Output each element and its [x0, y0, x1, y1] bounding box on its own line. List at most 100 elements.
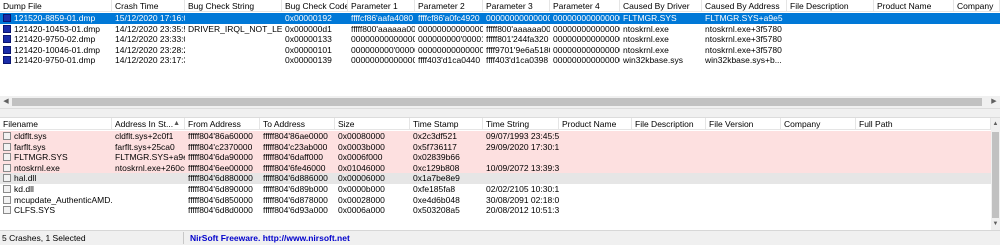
driver-row[interactable]: hal.dll fffff804'6d880000 fffff804'6d88600… [0, 173, 991, 184]
cell-text: ffffcf86'aafa4080 [351, 13, 414, 23]
cell-parameter-2: ffffcf86'a0fc4920 [415, 13, 483, 24]
cell-parameter-3: fffff800'aaaaaa00 [483, 24, 550, 35]
col-header-dump-file[interactable]: Dump File [0, 0, 112, 12]
driver-row[interactable]: cldflt.sys cldflt.sys+2c0f1 fffff804'86a60… [0, 131, 991, 142]
cell-time-string: 30/08/2091 02:18:00 [483, 195, 559, 206]
col-header-file-version[interactable]: File Version [706, 118, 781, 130]
driver-list-vertical-scrollbar[interactable]: ▲ ▼ [991, 118, 1000, 230]
cell-from-address: fffff804'6d8d0000 [185, 205, 260, 216]
col-header-full-path[interactable]: Full Path [856, 118, 991, 130]
cell-time-stamp: 0x503208a5 [410, 205, 483, 216]
cell-time-stamp: 0xe4d6b048 [410, 195, 483, 206]
driver-row[interactable]: farflt.sys farflt.sys+25ca0 fffff804'c2370… [0, 141, 991, 153]
col-header-parameter-3[interactable]: Parameter 3 [483, 0, 550, 12]
cell-text: 0x02839b66 [413, 152, 460, 163]
cell-file-version [706, 142, 781, 153]
col-header-file-description[interactable]: File Description [787, 0, 874, 12]
col-header-bug-check-code[interactable]: Bug Check Code [282, 0, 348, 12]
cell-time-stamp: 0xfe185fa8 [410, 184, 483, 195]
cell-file-version [706, 152, 781, 163]
status-crash-count: 5 Crashes, 1 Selected [2, 233, 86, 243]
cell-text: fffff804'6d850000 [188, 194, 253, 205]
col-header-file-description-bottom[interactable]: File Description [632, 118, 706, 130]
col-header-caused-by-address[interactable]: Caused By Address [702, 0, 787, 12]
cell-text: 15/12/2020 17:16:00 [115, 13, 185, 23]
col-header-bug-check-string[interactable]: Bug Check String [185, 0, 282, 12]
scrollbar-thumb[interactable] [12, 98, 982, 106]
cell-text: 20/08/2012 10:51:33 [486, 205, 559, 216]
pane-splitter[interactable] [0, 108, 1000, 118]
cell-company [781, 152, 856, 163]
cell-text: FLTMGR.SYS [14, 152, 68, 163]
cell-product-name [874, 24, 954, 35]
cell-text: 0000000000000000 [351, 34, 415, 45]
col-header-caused-by-driver[interactable]: Caused By Driver [620, 0, 702, 12]
cell-product-name [559, 195, 632, 206]
cell-text: 0000000000000000 [553, 34, 620, 45]
cell-parameter-4: 0000000000000000 [550, 24, 620, 35]
crash-row[interactable]: 121420-9750-02.dmp 14/12/2020 23:33:09 0x0… [0, 34, 1000, 45]
crash-row[interactable]: 121420-9750-01.dmp 14/12/2020 23:17:37 0x0… [0, 55, 1000, 66]
driver-list-pane[interactable]: Filename Address In St... ▲ From Address … [0, 118, 991, 230]
col-header-product-name[interactable]: Product Name [874, 0, 954, 12]
scroll-left-arrow-icon[interactable]: ◀ [0, 96, 12, 108]
crash-row[interactable]: 121520-8859-01.dmp 15/12/2020 17:16:00 0x0… [0, 13, 1000, 24]
driver-row[interactable]: mcupdate_AuthenticAMD.dll fffff804'6d8500… [0, 195, 991, 206]
col-header-size[interactable]: Size [335, 118, 410, 130]
col-header-from-address[interactable]: From Address [185, 118, 260, 130]
cell-file-description [632, 131, 706, 142]
crash-row[interactable]: 121420-10453-01.dmp 14/12/2020 23:35:59DR… [0, 24, 1000, 35]
cell-text: fffff804'6d880000 [188, 173, 253, 184]
col-header-company[interactable]: Company [954, 0, 1000, 12]
dump-file-icon [3, 45, 11, 54]
crash-row[interactable]: 121420-10046-01.dmp 14/12/2020 23:28:28 0x… [0, 45, 1000, 56]
col-header-address-in-stack[interactable]: Address In St... ▲ [112, 118, 185, 130]
cell-bug-check-string: DRIVER_IRQL_NOT_LESS... [185, 24, 282, 35]
crash-list-pane[interactable]: Dump File Crash Time Bug Check String Bu… [0, 0, 1000, 96]
cell-parameter-1: fffff800'aaaaaa00 [348, 24, 415, 35]
scroll-up-arrow-icon[interactable]: ▲ [991, 118, 1000, 130]
cell-bug-check-code: 0x00000192 [282, 13, 348, 24]
driver-row[interactable]: kd.dll fffff804'6d890000 fffff804'6d89b000… [0, 184, 991, 195]
col-header-to-address[interactable]: To Address [260, 118, 335, 130]
cell-from-address: fffff804'6d890000 [185, 184, 260, 195]
driver-row[interactable]: CLFS.SYS fffff804'6d8d0000 fffff804'6d93a0… [0, 205, 991, 216]
cell-file-version [706, 184, 781, 195]
col-header-parameter-2[interactable]: Parameter 2 [415, 0, 483, 12]
cell-text: 30/08/2091 02:18:00 [486, 194, 559, 205]
col-header-product-name-bottom[interactable]: Product Name [559, 118, 632, 130]
cell-text: 0000000000000000 [486, 13, 550, 23]
scroll-down-arrow-icon[interactable]: ▼ [991, 218, 1000, 230]
col-header-crash-time[interactable]: Crash Time [112, 0, 185, 12]
cell-text: 14/12/2020 23:28:28 [115, 44, 185, 55]
col-header-company-bottom[interactable]: Company [781, 118, 856, 130]
col-header-parameter-1[interactable]: Parameter 1 [348, 0, 415, 12]
col-header-filename[interactable]: Filename [0, 118, 112, 130]
cell-parameter-3: 0000000000000000 [483, 13, 550, 24]
cell-caused-by-driver: win32kbase.sys [620, 55, 702, 66]
cell-from-address: fffff804'6da90000 [185, 152, 260, 163]
col-header-time-string[interactable]: Time String [483, 118, 559, 130]
cell-text: win32kbase.sys+b... [705, 55, 782, 66]
cell-text: FLTMGR.SYS [623, 13, 677, 23]
col-header-parameter-4[interactable]: Parameter 4 [550, 0, 620, 12]
crash-list-horizontal-scrollbar[interactable]: ◀ ▶ [0, 96, 1000, 108]
cell-text: fffff801'244fa320 [486, 34, 549, 45]
nirsoft-link[interactable]: NirSoft Freeware. http://www.nirsoft.net [190, 233, 350, 243]
driver-row[interactable]: FLTMGR.SYS FLTMGR.SYS+a9e5 fffff804'6da900… [0, 152, 991, 163]
scrollbar-thumb[interactable] [992, 132, 999, 218]
scroll-right-arrow-icon[interactable]: ▶ [988, 96, 1000, 108]
driver-row[interactable]: ntoskrnl.exentoskrnl.exe+260ce2fffff804'… [0, 162, 991, 174]
cell-parameter-3: ffff9701'9e6a5180 [483, 45, 550, 56]
col-header-time-stamp[interactable]: Time Stamp [410, 118, 483, 130]
cell-crash-time: 14/12/2020 23:35:59 [112, 24, 185, 35]
cell-file-version [706, 205, 781, 216]
cell-text: 0x0006a000 [338, 205, 385, 216]
cell-text: mcupdate_AuthenticAMD.dll [14, 194, 112, 205]
cell-address-in-stack: farflt.sys+25ca0 [112, 142, 185, 153]
cell-text: fffff804'6ee00000 [188, 162, 253, 173]
cell-size: 0x0006f000 [335, 152, 410, 163]
cell-product-name [559, 184, 632, 195]
cell-text: 121520-8859-01.dmp [14, 13, 96, 23]
cell-file-description [787, 45, 874, 56]
